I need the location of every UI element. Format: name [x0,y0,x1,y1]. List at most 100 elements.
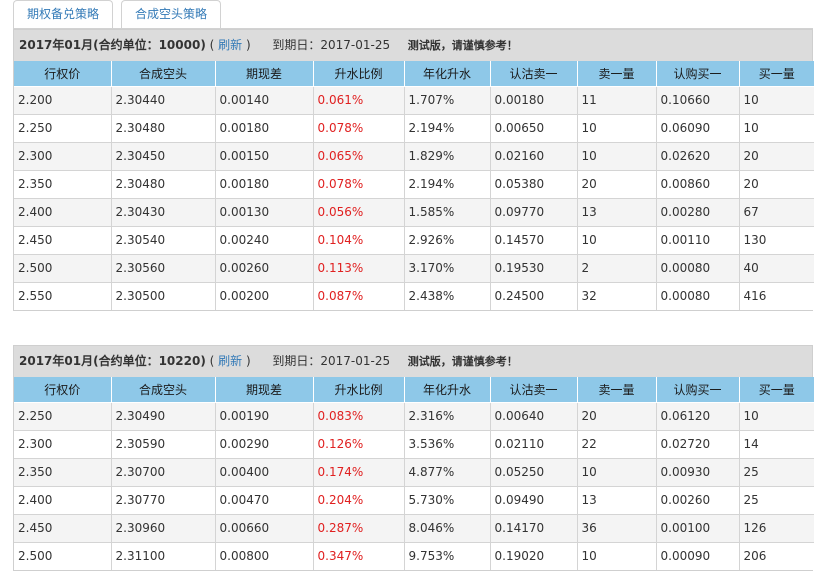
table-cell: 2.30450 [111,142,216,171]
table-cell: 4.877% [404,458,491,487]
table-cell: 2.926% [404,226,491,255]
panel-header: 2017年01月(合约单位：10000) ( 刷新 ) 到期日：2017-01-… [14,30,812,61]
table-cell: 0.06090 [656,114,740,143]
table-cell: 2.30560 [111,254,216,283]
table-cell: 10 [577,542,657,570]
column-header: 认沽卖一 [490,377,578,403]
table-cell: 0.19020 [490,542,578,570]
tab-synthetic-short[interactable]: 合成空头策略 [121,0,222,29]
table-cell: 10 [577,142,657,171]
column-header: 期现差 [215,377,314,403]
strategy-tabs: 期权备兑策略 合成空头策略 [13,0,229,29]
table-cell: 0.19530 [490,254,578,283]
table-cell: 67 [739,198,814,227]
table-cell: 2.300 [14,142,112,171]
table-cell: 0.00240 [215,226,314,255]
contract-panel-10000: 2017年01月(合约单位：10000) ( 刷新 ) 到期日：2017-01-… [13,29,814,311]
table-cell: 25 [739,486,814,515]
table-header-row: 行权价 合成空头 期现差 升水比例 年化升水 认沽卖一 卖一量 认购买一 买一量 [14,61,814,87]
table-row: 2.300 2.30450 0.00150 0.065% 1.829% 0.02160 10… [14,142,814,171]
table-cell: 8.046% [404,514,491,543]
table-cell: 0.02720 [656,430,740,459]
expire-date: 到期日：2017-01-25 [272,38,391,52]
table-cell: 130 [739,226,814,255]
column-header: 年化升水 [404,61,491,87]
column-header: 合成空头 [111,377,216,403]
table-row: 2.450 2.30960 0.00660 0.287% 8.046% 0.14170 36… [14,514,814,543]
table-row: 2.500 2.30560 0.00260 0.113% 3.170% 0.19530 2 0… [14,254,814,283]
table-cell: 0.05380 [490,170,578,199]
paren-open: ( [209,354,215,368]
table-cell: 2.400 [14,486,112,515]
table-cell: 1.585% [404,198,491,227]
table-row: 2.350 2.30480 0.00180 0.078% 2.194% 0.05380 20… [14,170,814,199]
table-cell: 2.350 [14,458,112,487]
table-cell: 10 [739,114,814,143]
table-header-row: 行权价 合成空头 期现差 升水比例 年化升水 认沽卖一 卖一量 认购买一 买一量 [14,377,814,403]
tab-covered-call[interactable]: 期权备兑策略 [13,0,114,29]
table-cell: 0.00180 [215,114,314,143]
table-cell: 0.06120 [656,402,740,431]
table-cell: 0.056% [313,198,405,227]
table-cell: 0.078% [313,114,405,143]
table-cell: 0.00800 [215,542,314,570]
table-row: 2.300 2.30590 0.00290 0.126% 3.536% 0.02110 22… [14,430,814,459]
column-header: 行权价 [14,61,112,87]
table-cell: 20 [577,170,657,199]
table-row: 2.500 2.31100 0.00800 0.347% 9.753% 0.19020 10… [14,542,814,570]
refresh-link[interactable]: 刷新 [218,354,242,368]
table-cell: 2.400 [14,198,112,227]
table-cell: 0.05250 [490,458,578,487]
table-cell: 0.00140 [215,86,314,115]
table-cell: 0.00200 [215,282,314,310]
table-cell: 0.00100 [656,514,740,543]
column-header: 行权价 [14,377,112,403]
table-cell: 0.00180 [215,170,314,199]
table-cell: 206 [739,542,814,570]
expire-date: 到期日：2017-01-25 [272,354,391,368]
table-cell: 2.200 [14,86,112,115]
column-header: 升水比例 [313,61,405,87]
column-header: 年化升水 [404,377,491,403]
table-cell: 0.02110 [490,430,578,459]
table-cell: 126 [739,514,814,543]
table-cell: 2.194% [404,114,491,143]
contract-panel-10220: 2017年01月(合约单位：10220) ( 刷新 ) 到期日：2017-01-… [13,345,814,571]
table-cell: 32 [577,282,657,310]
panel-title: 2017年01月(合约单位：10000) [19,38,206,52]
table-cell: 22 [577,430,657,459]
table-cell: 2.550 [14,282,112,310]
table-cell: 2 [577,254,657,283]
table-cell: 0.00400 [215,458,314,487]
table-cell: 0.126% [313,430,405,459]
table-cell: 2.450 [14,226,112,255]
table-cell: 0.00260 [215,254,314,283]
table-cell: 2.300 [14,430,112,459]
table-cell: 0.00190 [215,402,314,431]
table-body: 2.250 2.30490 0.00190 0.083% 2.316% 0.00640 20… [14,402,814,570]
panel-title: 2017年01月(合约单位：10220) [19,354,206,368]
table-cell: 3.536% [404,430,491,459]
paren-close: ) [246,38,251,52]
table-cell: 0.00130 [215,198,314,227]
beta-note: 测试版，请谨慎参考！ [407,355,518,368]
table-cell: 20 [739,170,814,199]
table-cell: 11 [577,86,657,115]
table-cell: 2.30480 [111,170,216,199]
table-cell: 2.500 [14,254,112,283]
beta-note: 测试版，请谨慎参考！ [407,39,518,52]
quote-table: 行权价 合成空头 期现差 升水比例 年化升水 认沽卖一 卖一量 认购买一 买一量 2.200 2.… [14,61,814,310]
table-cell: 2.30590 [111,430,216,459]
table-cell: 2.30500 [111,282,216,310]
table-cell: 2.250 [14,402,112,431]
table-cell: 2.350 [14,170,112,199]
table-cell: 14 [739,430,814,459]
column-header: 升水比例 [313,377,405,403]
table-body: 2.200 2.30440 0.00140 0.061% 1.707% 0.00180 11… [14,86,814,310]
refresh-link[interactable]: 刷新 [218,38,242,52]
table-cell: 0.02160 [490,142,578,171]
table-cell: 416 [739,282,814,310]
table-row: 2.350 2.30700 0.00400 0.174% 4.877% 0.05250 10… [14,458,814,487]
table-cell: 2.500 [14,542,112,570]
table-cell: 0.00260 [656,486,740,515]
